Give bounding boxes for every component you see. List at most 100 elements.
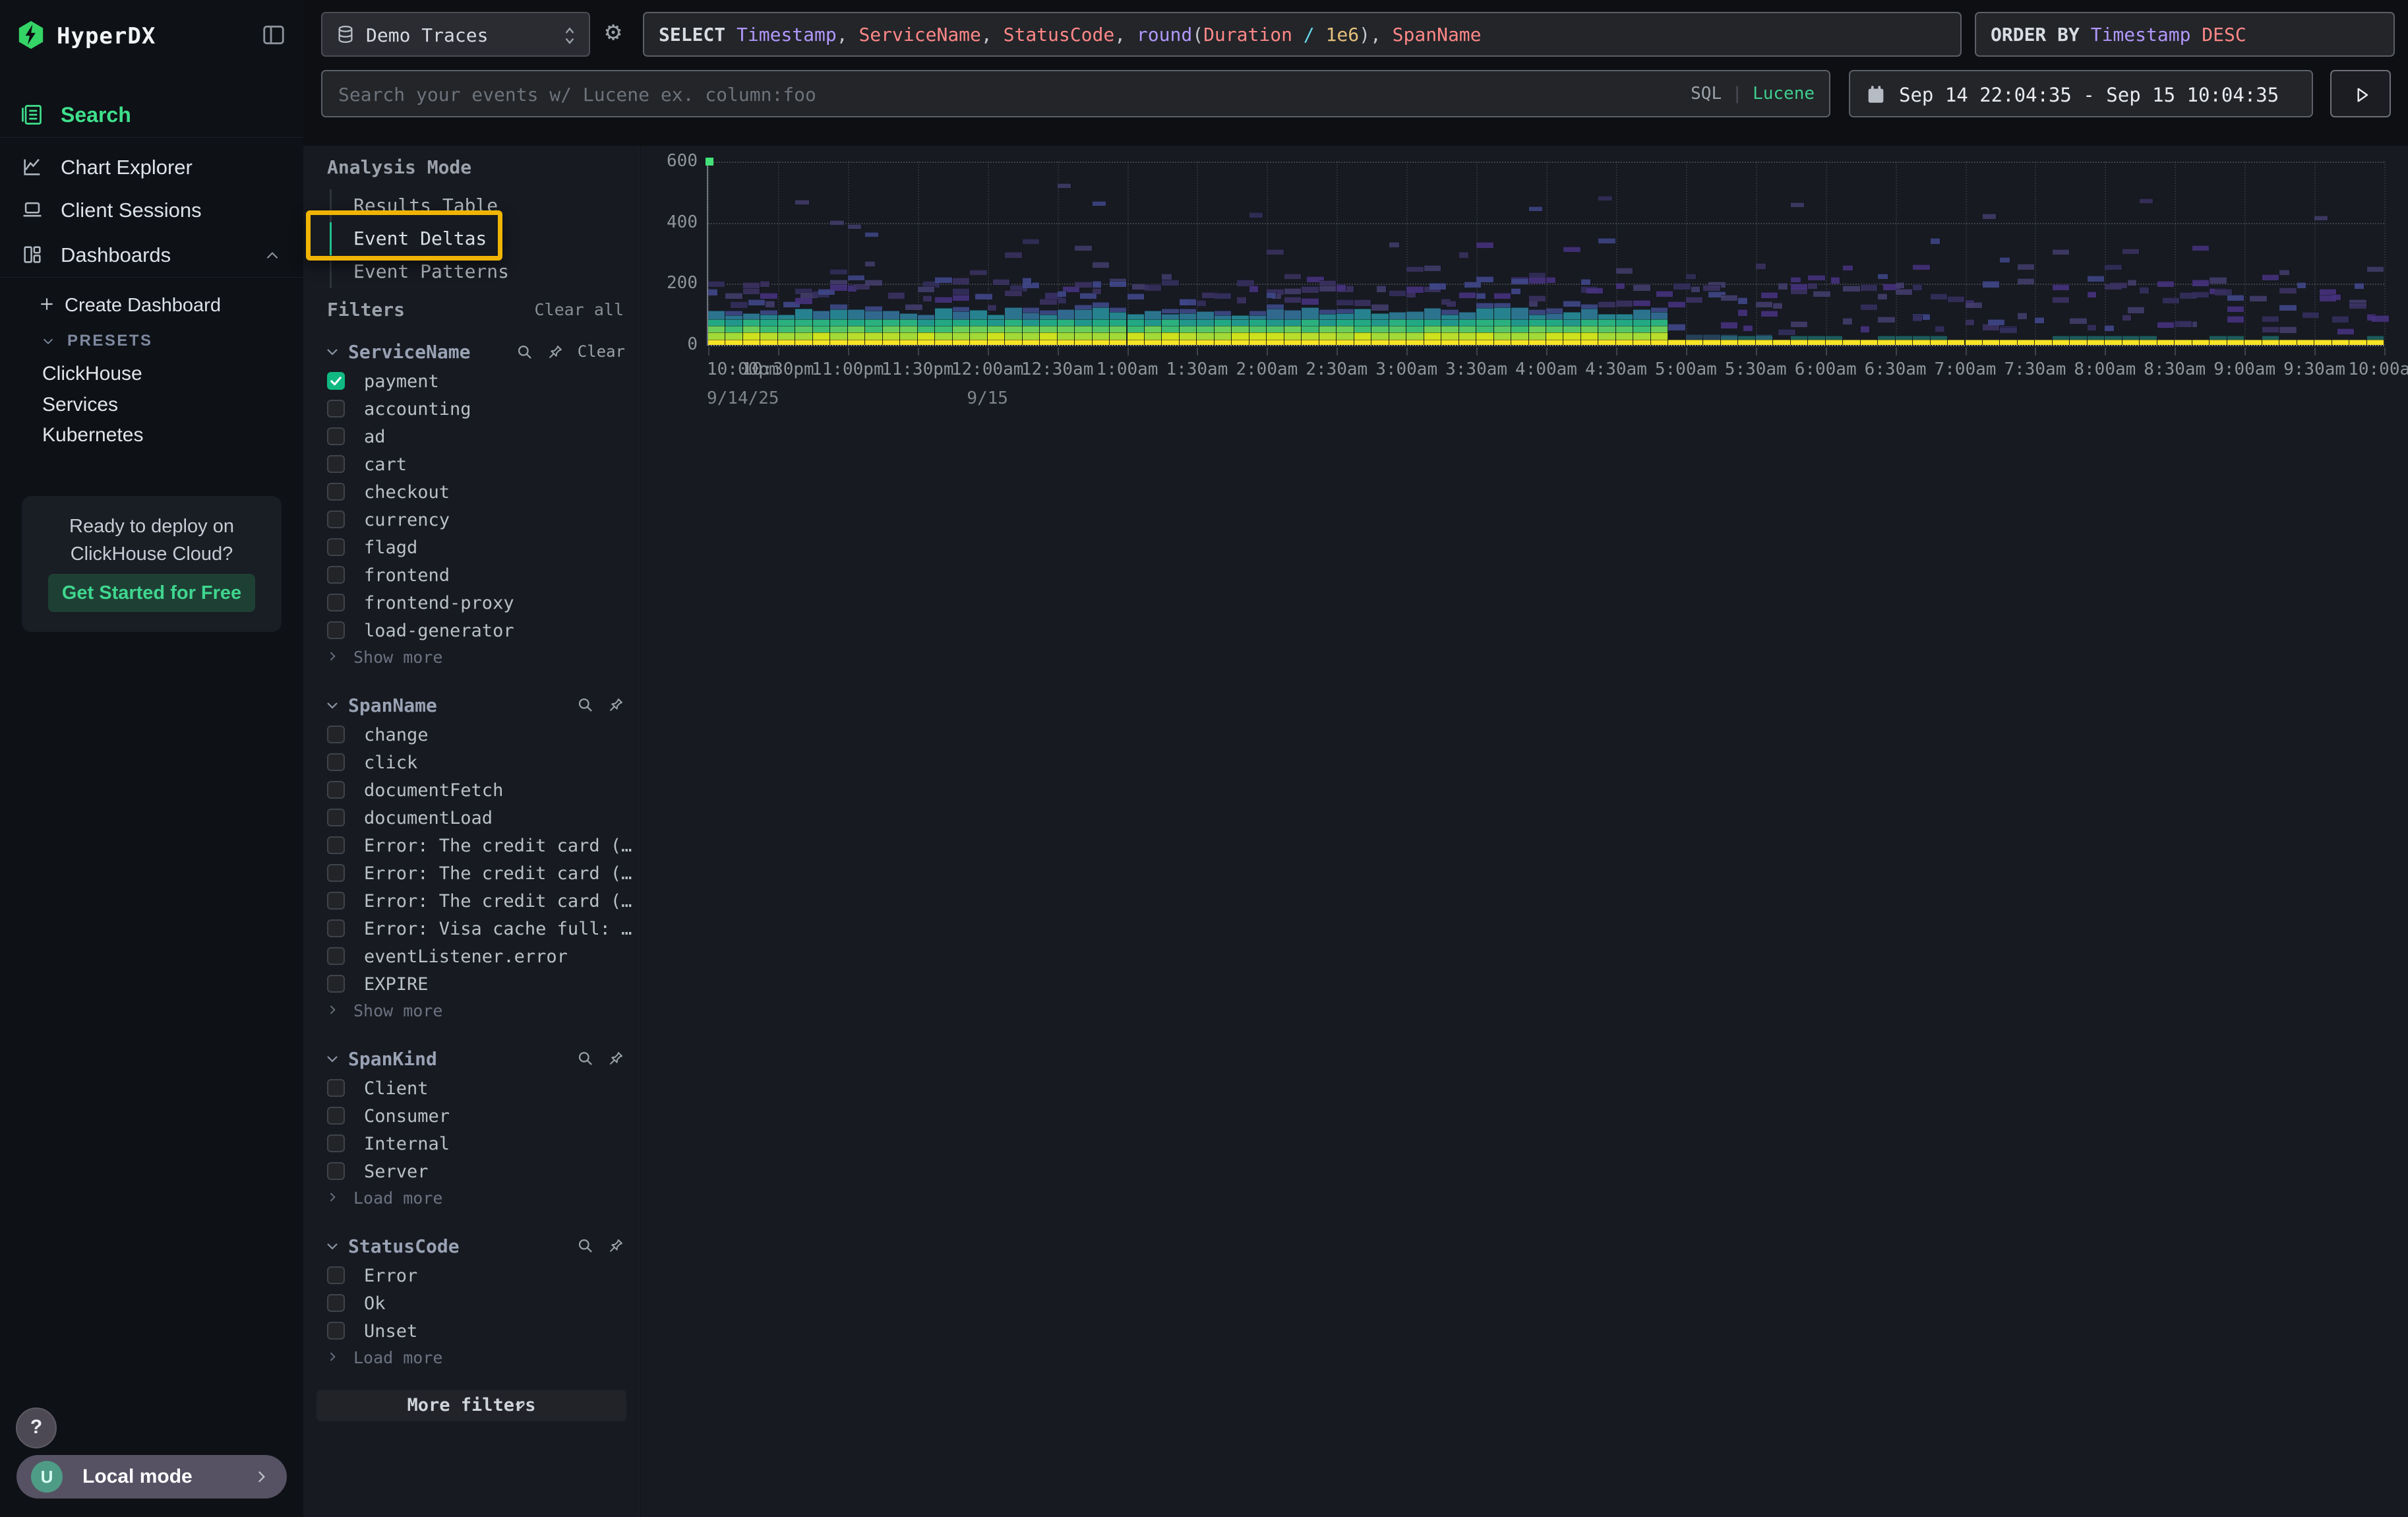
filter-item[interactable]: documentLoad (303, 804, 640, 832)
checkbox[interactable] (327, 1107, 345, 1125)
checkbox[interactable] (327, 1162, 345, 1180)
checkbox[interactable] (327, 621, 345, 639)
presets-group-toggle[interactable]: PRESETS (0, 328, 303, 355)
filter-item[interactable]: documentFetch (303, 776, 640, 804)
filter-section-header[interactable]: SpanName (303, 689, 640, 721)
filter-section-title[interactable]: SpanName (348, 695, 437, 716)
filter-section-title[interactable]: SpanKind (348, 1048, 437, 1070)
filter-item[interactable]: Client (303, 1074, 640, 1102)
user-menu[interactable]: U Local mode (16, 1455, 287, 1499)
filter-item[interactable]: Consumer (303, 1102, 640, 1130)
filter-section-title[interactable]: StatusCode (348, 1235, 460, 1257)
sidebar-item-services[interactable]: Services (0, 390, 303, 421)
select-expression-input[interactable]: SELECT Timestamp, ServiceName, StatusCod… (643, 12, 1962, 57)
search-icon[interactable] (516, 343, 533, 361)
filter-section-header[interactable]: StatusCode (303, 1230, 640, 1262)
analysis-mode-option-event-patterns[interactable]: Event Patterns (353, 255, 509, 288)
sidebar-item-dashboards[interactable]: Dashboards (0, 238, 303, 272)
checkbox[interactable] (327, 781, 345, 799)
analysis-mode-option-results-table[interactable]: Results Table (353, 189, 498, 222)
checkbox[interactable] (327, 427, 345, 445)
sidebar-item-chart-explorer[interactable]: Chart Explorer (0, 150, 303, 185)
clear-all-button[interactable]: Clear all (535, 300, 624, 319)
filter-item[interactable]: payment (303, 367, 640, 395)
checkbox[interactable] (327, 1266, 345, 1284)
checkbox[interactable] (327, 864, 345, 882)
filter-item[interactable]: frontend (303, 561, 640, 589)
filter-item[interactable]: Server (303, 1158, 640, 1185)
checkbox[interactable] (327, 538, 345, 556)
load-more-button[interactable]: Load more (303, 1185, 640, 1212)
pin-icon[interactable] (547, 343, 564, 361)
checkbox[interactable] (327, 1134, 345, 1152)
source-settings-gear-icon[interactable]: ⚙ (599, 17, 628, 46)
filter-item[interactable]: load-generator (303, 617, 640, 644)
chevron-down-icon[interactable] (324, 1051, 340, 1067)
chevron-up-icon[interactable] (264, 247, 281, 264)
sidebar-item-client-sessions[interactable]: Client Sessions (0, 193, 303, 228)
filter-section-header[interactable]: ServiceName Clear (303, 336, 640, 367)
filter-item[interactable]: frontend-proxy (303, 589, 640, 617)
filter-item[interactable]: currency (303, 506, 640, 534)
sidebar-item-clickhouse[interactable]: ClickHouse (0, 359, 303, 390)
sidebar-item-kubernetes[interactable]: Kubernetes (0, 421, 303, 451)
order-by-input[interactable]: ORDER BY Timestamp DESC (1975, 12, 2395, 57)
filter-item[interactable]: eventListener.error (303, 943, 640, 970)
chevron-down-icon[interactable] (324, 1238, 340, 1254)
filter-item[interactable]: flagd (303, 534, 640, 561)
filter-section-title[interactable]: ServiceName (348, 341, 470, 363)
search-icon[interactable] (576, 696, 594, 714)
pin-icon[interactable] (607, 696, 625, 714)
show-more-button[interactable]: Show more (303, 998, 640, 1024)
checkbox[interactable] (327, 892, 345, 910)
source-select[interactable]: Demo Traces (321, 12, 590, 57)
filter-item[interactable]: Error (303, 1262, 640, 1289)
checkbox[interactable] (327, 975, 345, 993)
more-filters-button[interactable]: More filters (316, 1390, 626, 1421)
search-icon[interactable] (576, 1049, 594, 1067)
filter-item[interactable]: Error: The credit card (… (303, 887, 640, 915)
filter-item[interactable]: accounting (303, 395, 640, 423)
filter-item[interactable]: Ok (303, 1289, 640, 1317)
pin-icon[interactable] (607, 1237, 625, 1254)
filter-item[interactable]: Internal (303, 1130, 640, 1158)
filter-item[interactable]: Error: The credit card (… (303, 859, 640, 887)
chevron-down-icon[interactable] (324, 697, 340, 713)
checkbox[interactable] (327, 594, 345, 611)
sql-toggle[interactable]: SQL (1691, 84, 1722, 104)
create-dashboard-button[interactable]: Create Dashboard (0, 290, 303, 322)
run-query-button[interactable] (2330, 70, 2391, 117)
filter-item[interactable]: Unset (303, 1317, 640, 1345)
checkbox[interactable] (327, 1322, 345, 1340)
checkbox[interactable] (327, 455, 345, 473)
lucene-toggle[interactable]: Lucene (1753, 84, 1815, 104)
checkbox[interactable] (327, 1294, 345, 1312)
checkbox[interactable] (327, 511, 345, 528)
filter-section-header[interactable]: SpanKind (303, 1043, 640, 1074)
time-range-picker[interactable]: Sep 14 22:04:35 - Sep 15 10:04:35 (1849, 70, 2313, 117)
checkbox[interactable] (327, 1079, 345, 1097)
filter-item[interactable]: change (303, 721, 640, 749)
checkbox[interactable] (327, 726, 345, 743)
pin-icon[interactable] (607, 1049, 625, 1067)
search-icon[interactable] (576, 1237, 594, 1254)
collapse-sidebar-icon[interactable] (261, 22, 286, 47)
filter-item[interactable]: Error: Visa cache full: … (303, 915, 640, 943)
filter-item[interactable]: checkout (303, 478, 640, 506)
help-button[interactable]: ? (16, 1408, 57, 1448)
get-started-button[interactable]: Get Started for Free (48, 574, 255, 612)
analysis-mode-option-event-deltas[interactable]: Event Deltas (353, 222, 487, 255)
checkbox[interactable] (327, 753, 345, 771)
duration-heatmap-chart[interactable]: 020040060010:00pm10:30pm11:00pm11:30pm12… (708, 162, 2384, 345)
load-more-button[interactable]: Load more (303, 1345, 640, 1371)
search-input[interactable]: Search your events w/ Lucene ex. column:… (321, 70, 1830, 117)
chevron-down-icon[interactable] (324, 344, 340, 359)
checkbox[interactable] (327, 919, 345, 937)
clear-filter-button[interactable]: Clear (578, 342, 625, 361)
show-more-button[interactable]: Show more (303, 644, 640, 671)
checkbox[interactable] (327, 836, 345, 854)
checkbox[interactable] (327, 566, 345, 584)
checkbox[interactable] (327, 400, 345, 418)
filter-item[interactable]: cart (303, 450, 640, 478)
checkbox[interactable] (327, 809, 345, 826)
